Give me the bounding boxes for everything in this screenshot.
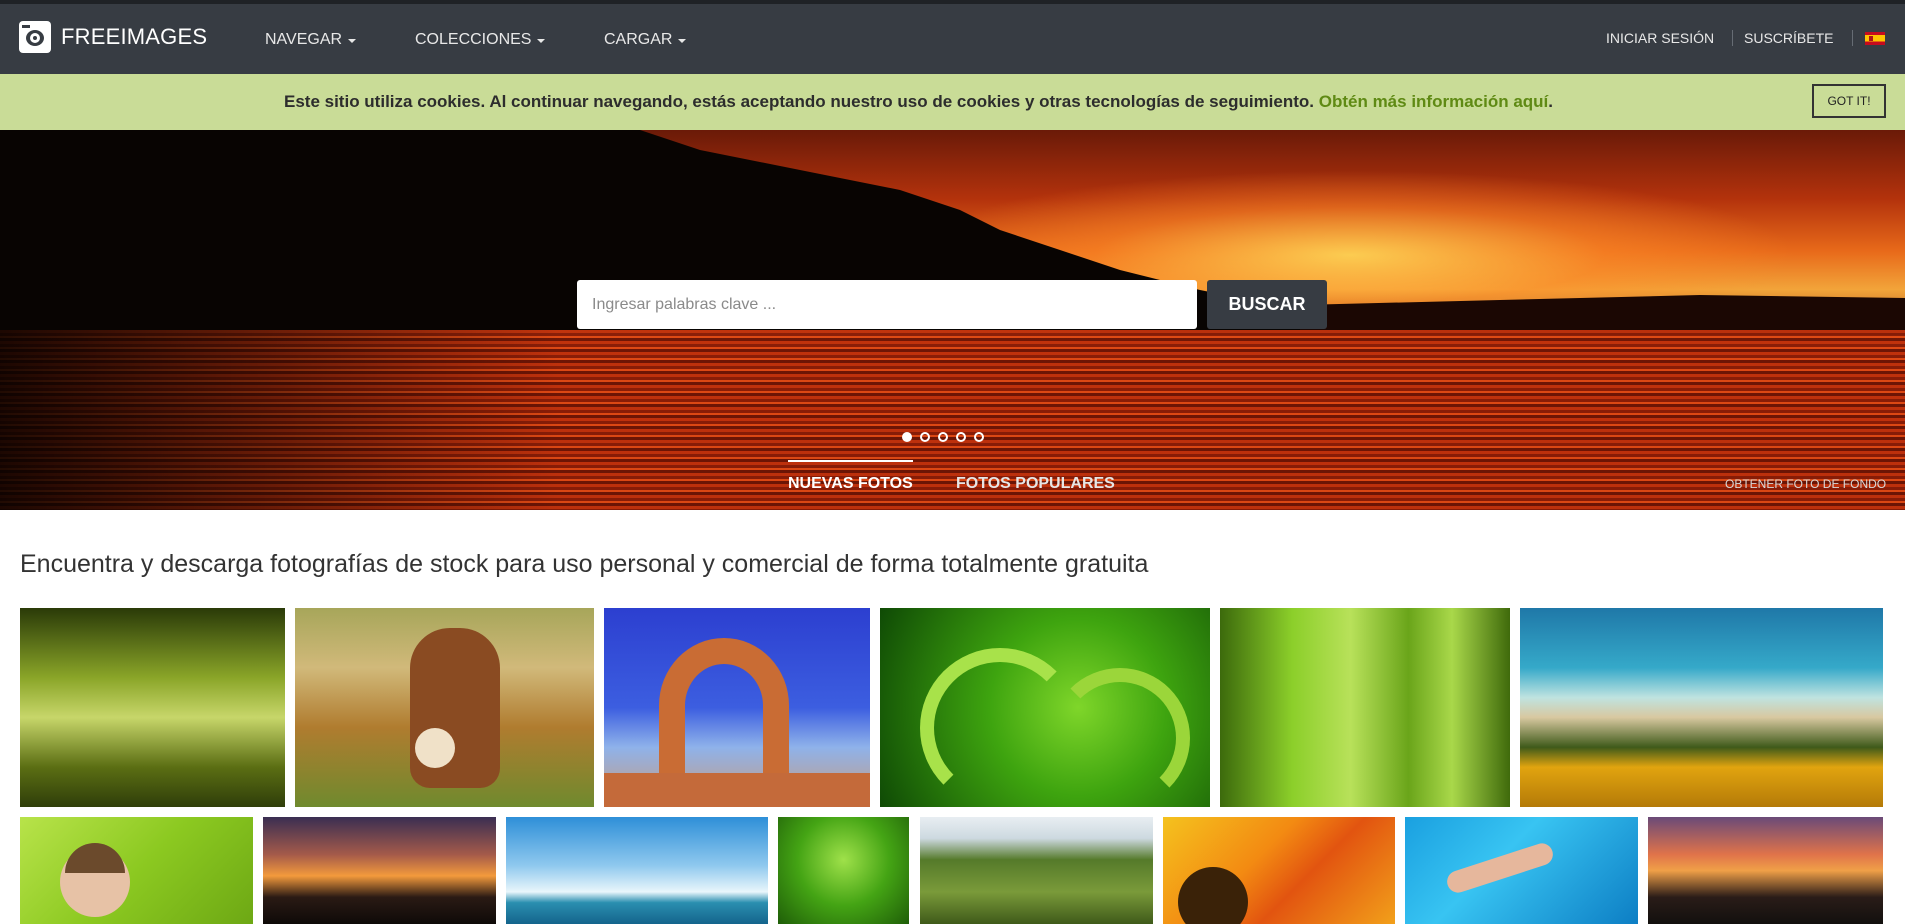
photo-thumbnail[interactable] — [20, 817, 253, 924]
spain-flag-icon[interactable] — [1865, 32, 1885, 45]
cookie-message: Este sitio utiliza cookies. Al continuar… — [284, 92, 1553, 112]
page-title: Encuentra y descarga fotografías de stoc… — [20, 550, 1149, 578]
nav-separator — [1732, 30, 1733, 46]
photo-thumbnail[interactable] — [1520, 608, 1883, 807]
photo-thumbnail[interactable] — [1163, 817, 1395, 924]
got-it-button[interactable]: GOT IT! — [1812, 84, 1886, 118]
cookie-period: . — [1548, 92, 1554, 111]
carousel-dots — [902, 432, 984, 442]
nav-navegar-label: NAVEGAR — [265, 31, 343, 48]
camera-logo-icon — [19, 21, 51, 53]
photo-thumbnail[interactable] — [506, 817, 768, 924]
carousel-dot[interactable] — [938, 432, 948, 442]
nav-navegar[interactable]: NAVEGAR — [265, 31, 357, 49]
logo-text: FREEIMAGES — [61, 24, 208, 49]
tab-fotos-populares[interactable]: FOTOS POPULARES — [956, 475, 1115, 493]
tab-nuevas-fotos[interactable]: NUEVAS FOTOS — [788, 475, 913, 493]
login-link[interactable]: INICIAR SESIÓN — [1606, 30, 1714, 46]
search-button[interactable]: BUSCAR — [1207, 280, 1327, 329]
photo-thumbnail[interactable] — [263, 817, 496, 924]
photo-thumbnail[interactable] — [920, 817, 1153, 924]
nav-colecciones-label: COLECCIONES — [415, 31, 532, 48]
active-tab-indicator — [788, 460, 913, 462]
nav-separator — [1852, 30, 1853, 46]
nav-colecciones[interactable]: COLECCIONES — [415, 31, 546, 49]
photo-thumbnail[interactable] — [295, 608, 594, 807]
photo-thumbnail[interactable] — [1220, 608, 1510, 807]
hero-banner: BUSCAR NUEVAS FOTOS FOTOS POPULARES OBTE… — [0, 130, 1905, 510]
caret-down-icon — [537, 39, 546, 43]
caret-down-icon — [678, 39, 687, 43]
cookie-info-link[interactable]: Obtén más información aquí — [1319, 92, 1549, 111]
nav-cargar[interactable]: CARGAR — [604, 31, 687, 49]
photo-thumbnail[interactable] — [1405, 817, 1638, 924]
top-navbar: FREEIMAGES NAVEGAR COLECCIONES CARGAR IN… — [0, 0, 1905, 74]
carousel-dot[interactable] — [974, 432, 984, 442]
photo-thumbnail[interactable] — [20, 608, 285, 807]
nav-cargar-label: CARGAR — [604, 31, 673, 48]
cookie-text: Este sitio utiliza cookies. Al continuar… — [284, 92, 1319, 111]
cookie-banner: Este sitio utiliza cookies. Al continuar… — [0, 74, 1905, 130]
caret-down-icon — [348, 39, 357, 43]
photo-thumbnail[interactable] — [880, 608, 1210, 807]
get-background-link[interactable]: OBTENER FOTO DE FONDO — [1725, 477, 1886, 491]
carousel-dot[interactable] — [902, 432, 912, 442]
hero-water-shadow — [0, 330, 560, 510]
photo-thumbnail[interactable] — [1648, 817, 1883, 924]
carousel-dot[interactable] — [920, 432, 930, 442]
logo[interactable]: FREEIMAGES — [19, 21, 207, 53]
carousel-dot[interactable] — [956, 432, 966, 442]
photo-thumbnail[interactable] — [604, 608, 870, 807]
subscribe-link[interactable]: SUSCRÍBETE — [1744, 30, 1833, 46]
photo-thumbnail[interactable] — [778, 817, 909, 924]
search-input[interactable] — [577, 280, 1197, 329]
